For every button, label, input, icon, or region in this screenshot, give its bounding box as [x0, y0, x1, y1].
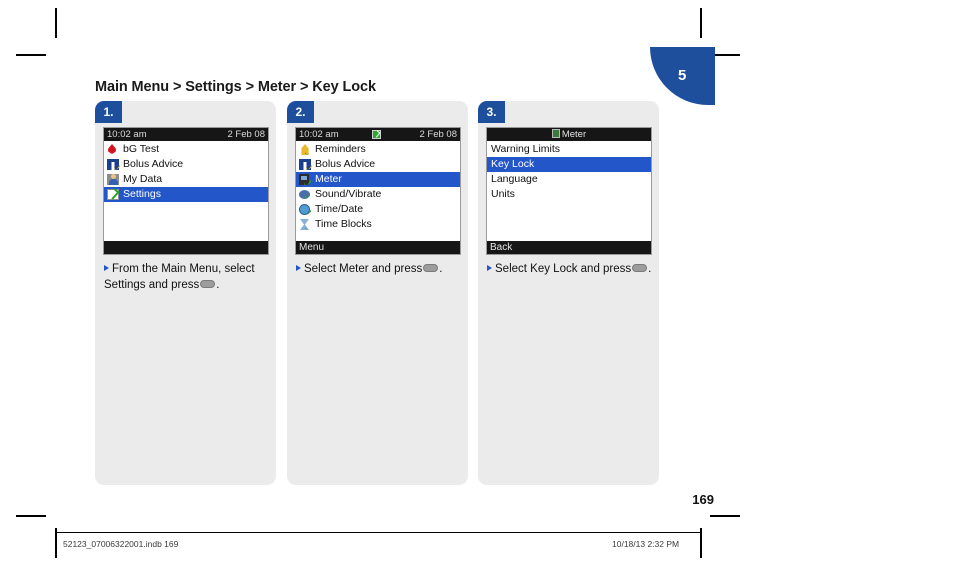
step-panel-1: 1. 10:02 am 2 Feb 08 bG Test Bolus Advic… [95, 101, 276, 485]
crop-mark-top-left-vertical [55, 8, 57, 38]
menu-item-label: Warning Limits [491, 143, 561, 155]
crop-mark-top-left-horizontal [16, 54, 46, 56]
settings-icon [107, 189, 119, 200]
menu-item-bg-test[interactable]: bG Test [104, 142, 268, 157]
caption-tail: . [439, 263, 443, 275]
page-number: 169 [692, 492, 714, 507]
menu-item-label: Meter [315, 173, 342, 185]
menu-item-label: Units [491, 188, 515, 200]
step-number-badge: 2. [287, 101, 314, 123]
caption-text: Select Key Lock and press [495, 263, 632, 275]
device-menu-list: Reminders Bolus Advice Meter Sound/Vibra… [296, 141, 460, 232]
menu-item-settings[interactable]: Settings [104, 187, 268, 202]
chapter-tab-number: 5 [678, 67, 687, 84]
caption-bullet-icon [296, 265, 301, 271]
device-menu-list: Warning Limits Key Lock Language Units [487, 141, 651, 202]
step-caption-1: From the Main Menu, select Settings and … [104, 261, 272, 293]
clock-icon [299, 204, 310, 215]
breadcrumb: Main Menu > Settings > Meter > Key Lock [95, 79, 376, 95]
menu-item-my-data[interactable]: My Data [104, 172, 268, 187]
menu-item-label: Settings [123, 188, 161, 200]
device-status-bar: 10:02 am 2 Feb 08 [104, 128, 268, 141]
device-menu-list: bG Test Bolus Advice My Data Settings [104, 141, 268, 202]
menu-item-warning-limits[interactable]: Warning Limits [487, 142, 651, 157]
menu-item-label: Bolus Advice [123, 158, 184, 170]
menu-item-key-lock[interactable]: Key Lock [487, 157, 651, 172]
step-caption-3: Select Key Lock and press. [487, 261, 655, 277]
device-screen-2: 10:02 am 2 Feb 08 Reminders Bolus Advice… [295, 127, 461, 255]
caption-bullet-icon [487, 265, 492, 271]
my-data-icon [107, 174, 119, 185]
menu-item-meter[interactable]: Meter [296, 172, 460, 187]
step-panel-3: 3. Meter Warning Limits Key Lock Languag… [478, 101, 659, 485]
device-title-bar: Meter [487, 128, 651, 141]
menu-item-reminders[interactable]: Reminders [296, 142, 460, 157]
menu-item-label: Language [491, 173, 538, 185]
menu-item-label: Bolus Advice [315, 158, 376, 170]
device-title-label: Meter [561, 129, 587, 140]
menu-item-label: Time/Date [315, 203, 364, 215]
step-number-badge: 3. [478, 101, 505, 123]
device-screen-1: 10:02 am 2 Feb 08 bG Test Bolus Advice M… [103, 127, 269, 255]
menu-item-label: Sound/Vibrate [315, 188, 382, 200]
caption-tail: . [216, 279, 220, 291]
meter-icon [551, 129, 560, 138]
caption-bullet-icon [104, 265, 109, 271]
menu-item-label: bG Test [123, 143, 159, 155]
menu-item-label: My Data [123, 173, 163, 185]
menu-item-units[interactable]: Units [487, 187, 651, 202]
step-number-badge: 1. [95, 101, 122, 123]
status-time: 10:02 am [299, 129, 339, 140]
crop-mark-top-right-vertical [700, 8, 702, 38]
caption-tail: . [648, 263, 652, 275]
step-panel-2: 2. 10:02 am 2 Feb 08 Reminders Bolus Adv… [287, 101, 468, 485]
meter-icon [299, 174, 309, 185]
device-status-bar: 10:02 am 2 Feb 08 [296, 128, 460, 141]
caption-text: From the Main Menu, select Settings and … [104, 263, 255, 291]
status-date: 2 Feb 08 [227, 129, 266, 140]
menu-item-bolus-advice[interactable]: Bolus Advice [296, 157, 460, 172]
battery-ok-icon [372, 130, 381, 139]
ok-button-glyph [632, 264, 648, 272]
menu-item-label: Key Lock [491, 158, 535, 170]
device-softkey-back[interactable]: Back [487, 241, 651, 254]
crop-mark-bottom-right-vertical [700, 528, 702, 558]
ok-button-glyph [423, 264, 439, 272]
device-softkey-menu[interactable]: Menu [296, 241, 460, 254]
menu-item-bolus-advice[interactable]: Bolus Advice [104, 157, 268, 172]
menu-item-time-blocks[interactable]: Time Blocks [296, 217, 460, 232]
chapter-tab: 5 [650, 47, 715, 105]
bolus-icon [107, 159, 119, 170]
step-caption-2: Select Meter and press. [296, 261, 464, 277]
status-date: 2 Feb 08 [419, 129, 458, 140]
ok-button-glyph [200, 280, 216, 288]
reminder-bell-icon [301, 144, 309, 155]
caption-text: Select Meter and press [304, 263, 423, 275]
device-softkey-bar [104, 241, 268, 254]
hourglass-icon [300, 219, 309, 230]
menu-item-time-date[interactable]: Time/Date [296, 202, 460, 217]
crop-mark-bottom-right-horizontal [710, 515, 740, 517]
footer-divider [55, 532, 700, 533]
footer-file-info: 52123_07006322001.indb 169 [63, 539, 179, 549]
menu-item-label: Time Blocks [315, 218, 372, 230]
bolus-icon [299, 159, 311, 170]
status-time: 10:02 am [107, 129, 147, 140]
menu-item-label: Reminders [315, 143, 366, 155]
crop-mark-bottom-left-horizontal [16, 515, 46, 517]
menu-item-sound-vibrate[interactable]: Sound/Vibrate [296, 187, 460, 202]
blood-drop-icon [108, 144, 116, 154]
device-screen-3: Meter Warning Limits Key Lock Language U… [486, 127, 652, 255]
sound-icon [299, 190, 310, 199]
footer-timestamp: 10/18/13 2:32 PM [612, 539, 680, 549]
menu-item-language[interactable]: Language [487, 172, 651, 187]
